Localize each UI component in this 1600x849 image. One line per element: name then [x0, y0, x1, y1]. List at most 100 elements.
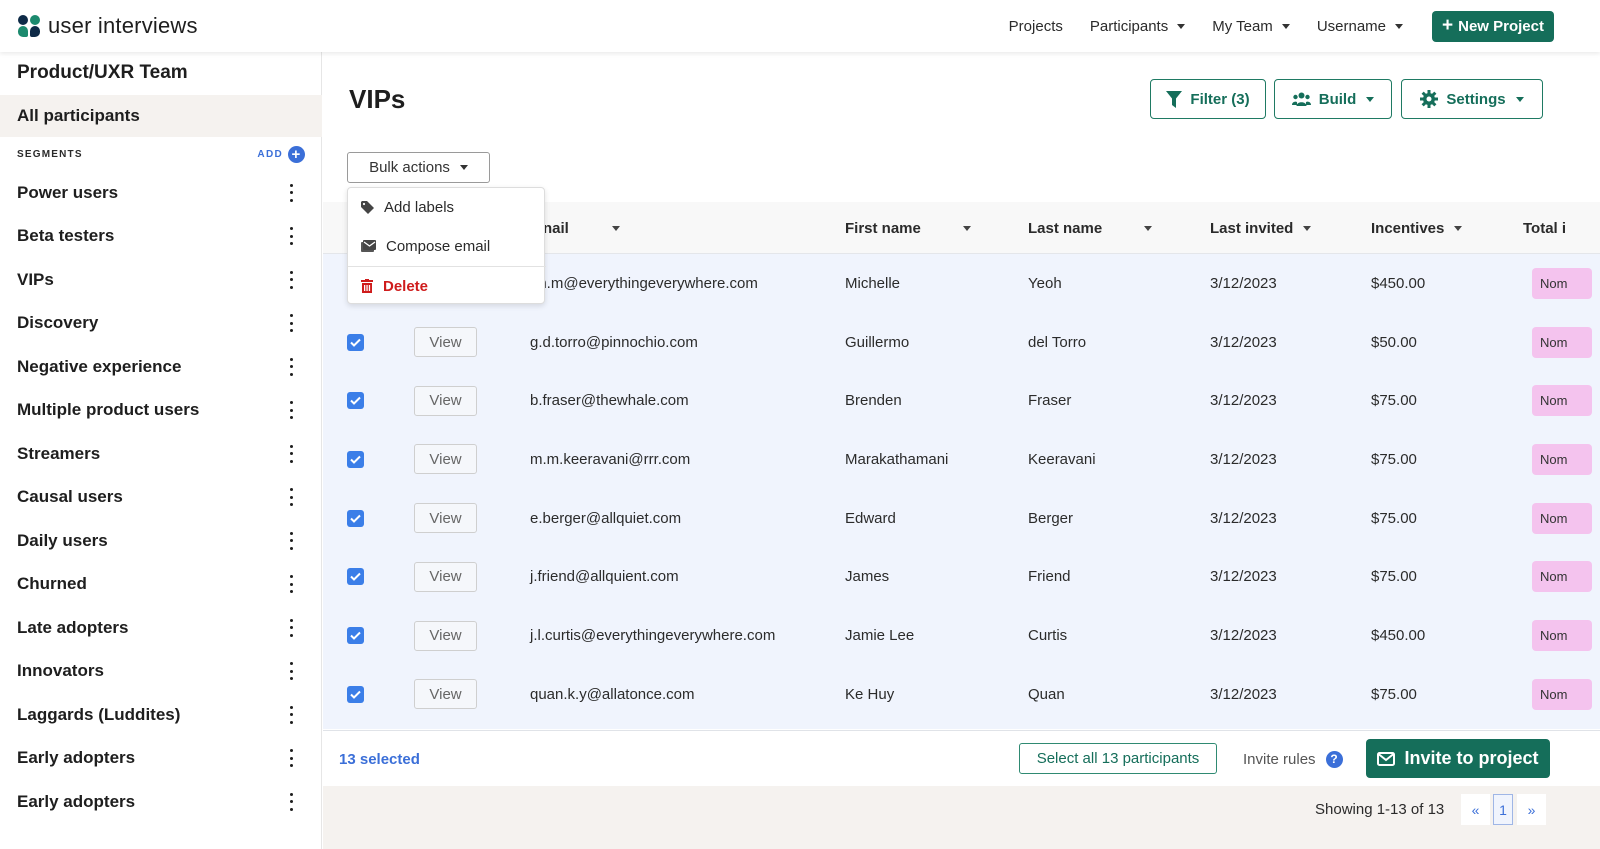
sidebar-segment-item[interactable]: Early adopters: [0, 780, 322, 824]
column-header-first-name[interactable]: First name: [845, 202, 971, 254]
sidebar-segment-item[interactable]: Power users: [0, 171, 322, 215]
table-row[interactable]: View e.berger@allquiet.com Edward Berger 3/1…: [323, 489, 1600, 548]
column-header-email[interactable]: nail: [543, 202, 620, 254]
view-button[interactable]: View: [414, 385, 477, 416]
row-checkbox[interactable]: [347, 333, 364, 351]
new-project-label: New Project: [1458, 17, 1544, 35]
more-options-icon[interactable]: [287, 662, 295, 681]
more-options-icon[interactable]: [287, 488, 295, 507]
menu-item-delete[interactable]: Delete: [348, 267, 546, 305]
cell-last-invited: 3/12/2023: [1210, 568, 1277, 586]
view-button[interactable]: View: [414, 561, 477, 592]
cell-last-invited: 3/12/2023: [1210, 392, 1277, 410]
status-badge: Nom: [1532, 678, 1592, 710]
new-project-button[interactable]: + New Project: [1432, 10, 1554, 42]
sidebar-segment-item[interactable]: Discovery: [0, 302, 322, 346]
bulk-actions-dropdown[interactable]: Bulk actions: [347, 152, 490, 183]
caret-down-icon: [1395, 23, 1404, 29]
table-row[interactable]: View b.fraser@thewhale.com Brenden Fraser 3/…: [323, 371, 1600, 430]
pagination-next-button[interactable]: »: [1517, 794, 1546, 825]
table-row[interactable]: View quan.k.y@allatonce.com Ke Huy Quan 3/12…: [323, 665, 1600, 724]
sidebar-segment-item[interactable]: Laggards (Luddites): [0, 693, 322, 737]
filter-button[interactable]: Filter (3): [1150, 79, 1266, 119]
menu-item-add-labels[interactable]: Add labels: [348, 188, 546, 226]
view-button[interactable]: View: [414, 679, 477, 710]
status-badge: Nom: [1532, 561, 1592, 593]
column-header-last-name[interactable]: Last name: [1028, 202, 1153, 254]
row-checkbox[interactable]: [347, 392, 364, 410]
nav-projects[interactable]: Projects: [1009, 18, 1063, 35]
segment-label: Innovators: [17, 661, 104, 681]
more-options-icon[interactable]: [287, 227, 295, 246]
checkmark-icon: [350, 573, 361, 582]
more-options-icon[interactable]: [287, 792, 295, 811]
more-options-icon[interactable]: [287, 444, 295, 463]
pagination-page-1[interactable]: 1: [1493, 794, 1513, 825]
nav-participants[interactable]: Participants: [1090, 18, 1186, 35]
more-options-icon[interactable]: [287, 531, 295, 550]
column-label: Last name: [1028, 219, 1103, 237]
sidebar-segment-item[interactable]: Late adopters: [0, 606, 322, 650]
more-options-icon[interactable]: [287, 749, 295, 768]
row-checkbox[interactable]: [347, 568, 364, 586]
sidebar-item-all-participants[interactable]: All participants: [0, 95, 322, 137]
select-all-button[interactable]: Select all 13 participants: [1019, 743, 1217, 774]
column-header-last-invited[interactable]: Last invited: [1210, 202, 1312, 254]
sidebar-segment-item[interactable]: Multiple product users: [0, 389, 322, 433]
more-options-icon[interactable]: [287, 401, 295, 420]
sidebar-segment-item[interactable]: Streamers: [0, 432, 322, 476]
row-checkbox[interactable]: [347, 509, 364, 527]
row-checkbox[interactable]: [347, 450, 364, 468]
more-options-icon[interactable]: [287, 357, 295, 376]
more-options-icon[interactable]: [287, 705, 295, 724]
view-button[interactable]: View: [414, 444, 477, 475]
view-button[interactable]: View: [414, 620, 477, 651]
segment-label: Early adopters: [17, 748, 136, 768]
segment-label: Early adopters: [17, 791, 136, 811]
settings-button[interactable]: Settings: [1401, 79, 1543, 119]
help-icon[interactable]: ?: [1325, 750, 1343, 768]
view-button[interactable]: View: [414, 327, 477, 358]
pagination-prev-button[interactable]: «: [1461, 794, 1490, 825]
build-label: Build: [1318, 90, 1357, 108]
table-row[interactable]: View j.friend@allquient.com James Friend 3/1…: [323, 548, 1600, 607]
sidebar-segment-item[interactable]: Churned: [0, 563, 322, 607]
logo[interactable]: user interviews: [18, 13, 198, 39]
sidebar-segment-item[interactable]: Causal users: [0, 476, 322, 520]
build-button[interactable]: Build: [1274, 79, 1392, 119]
more-options-icon[interactable]: [287, 575, 295, 594]
more-options-icon[interactable]: [287, 183, 295, 202]
column-label: Total i: [1523, 219, 1567, 237]
nav-my-team[interactable]: My Team: [1212, 18, 1290, 35]
sidebar-segment-item[interactable]: Innovators: [0, 650, 322, 694]
sidebar-segment-item[interactable]: VIPs: [0, 258, 322, 302]
view-button[interactable]: View: [414, 503, 477, 534]
checkmark-icon: [350, 631, 361, 640]
segment-label: Negative experience: [17, 356, 182, 376]
sidebar-segment-item[interactable]: Daily users: [0, 519, 322, 563]
table-row[interactable]: View j.l.curtis@everythingeverywhere.com J…: [323, 606, 1600, 665]
sidebar-segment-item[interactable]: Early adopters: [0, 737, 322, 781]
row-checkbox[interactable]: [347, 685, 364, 703]
caret-down-icon: [1515, 96, 1524, 102]
column-header-total[interactable]: Total i: [1523, 202, 1566, 254]
nav-username[interactable]: Username: [1317, 18, 1404, 35]
sidebar-segment-item[interactable]: Negative experience: [0, 345, 322, 389]
segment-label: Power users: [17, 182, 119, 202]
sidebar-segment-item[interactable]: Beta testers: [0, 215, 322, 259]
more-options-icon[interactable]: [287, 270, 295, 289]
status-badge: Nom: [1532, 267, 1592, 299]
menu-item-compose-email[interactable]: Compose email: [348, 227, 546, 265]
table-row[interactable]: View m.m.keeravani@rrr.com Marakathamani Ke…: [323, 430, 1600, 489]
more-options-icon[interactable]: [287, 618, 295, 637]
add-segment-button[interactable]: ADD +: [257, 146, 305, 163]
selected-count: 13 selected: [339, 750, 420, 768]
cell-email: b.fraser@thewhale.com: [530, 392, 689, 410]
column-header-incentives[interactable]: Incentives: [1371, 202, 1463, 254]
more-options-icon[interactable]: [287, 314, 295, 333]
gear-icon: [1420, 90, 1439, 108]
row-checkbox[interactable]: [347, 627, 364, 645]
invite-to-project-button[interactable]: Invite to project: [1366, 739, 1550, 778]
cell-last-invited: 3/12/2023: [1210, 685, 1277, 703]
table-row[interactable]: View g.d.torro@pinnochio.com Guillermo del …: [323, 313, 1600, 372]
